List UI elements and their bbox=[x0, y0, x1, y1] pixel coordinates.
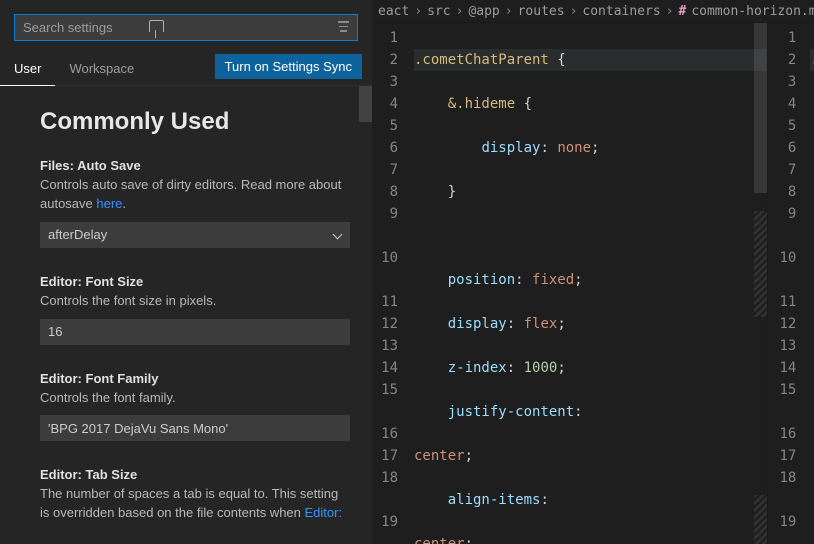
setting-font-size: Editor: Font Size Controls the font size… bbox=[40, 274, 356, 345]
scrollbar-thumb[interactable] bbox=[359, 86, 372, 122]
editor-scrollbar[interactable] bbox=[754, 23, 767, 544]
settings-panel: User Workspace Turn on Settings Sync Com… bbox=[0, 0, 372, 544]
chevron-right-icon: › bbox=[666, 4, 674, 19]
font-size-field[interactable] bbox=[48, 324, 342, 339]
setting-name: Font Family bbox=[86, 371, 159, 386]
setting-desc-text: Controls the font family. bbox=[40, 389, 350, 408]
chevron-right-icon: › bbox=[456, 4, 464, 19]
overview-mark bbox=[754, 211, 767, 317]
page-title: Commonly Used bbox=[40, 108, 356, 136]
crumb[interactable]: eact bbox=[378, 4, 409, 19]
setting-scope: Editor: bbox=[40, 467, 82, 482]
filter-icon[interactable] bbox=[336, 21, 350, 35]
search-input[interactable] bbox=[14, 14, 358, 41]
setting-name: Tab Size bbox=[86, 467, 138, 482]
settings-body: Commonly Used Files: Auto Save Controls … bbox=[0, 86, 372, 544]
tab-size-link[interactable]: Editor: bbox=[305, 505, 343, 520]
chevron-down-icon bbox=[332, 230, 342, 240]
autosave-link[interactable]: here bbox=[96, 196, 122, 211]
overview-mark bbox=[754, 495, 767, 544]
file-icon: # bbox=[679, 4, 687, 19]
setting-name: Font Size bbox=[86, 274, 144, 289]
font-family-input[interactable] bbox=[40, 415, 350, 441]
search-wrap bbox=[0, 0, 372, 49]
crumb[interactable]: containers bbox=[582, 4, 660, 19]
crumb[interactable]: @app bbox=[468, 4, 499, 19]
setting-scope: Files: bbox=[40, 158, 74, 173]
setting-scope: Editor: bbox=[40, 274, 82, 289]
tab-workspace[interactable]: Workspace bbox=[55, 53, 148, 85]
line-gutter: 12345678910111213141516171819 bbox=[372, 23, 412, 544]
setting-font-family: Editor: Font Family Controls the font fa… bbox=[40, 371, 356, 442]
crumb[interactable]: src bbox=[427, 4, 450, 19]
setting-auto-save: Files: Auto Save Controls auto save of d… bbox=[40, 158, 356, 248]
chevron-right-icon: › bbox=[414, 4, 422, 19]
setting-desc-text: Controls the font size in pixels. bbox=[40, 292, 350, 311]
editor-secondary[interactable]: 12345678910111213141516171819 .comet &. … bbox=[767, 23, 814, 544]
chevron-right-icon: › bbox=[505, 4, 513, 19]
breadcrumb[interactable]: eact › src › @app › routes › containers … bbox=[372, 0, 814, 23]
setting-tab-size: Editor: Tab Size The number of spaces a … bbox=[40, 467, 356, 523]
settings-scrollbar[interactable] bbox=[359, 86, 372, 544]
setting-name: Auto Save bbox=[77, 158, 141, 173]
tab-user[interactable]: User bbox=[0, 53, 55, 86]
crumb[interactable]: common-horizon.module.s bbox=[691, 4, 814, 19]
font-family-field[interactable] bbox=[48, 421, 342, 436]
scrollbar-thumb[interactable] bbox=[754, 23, 767, 193]
setting-desc-text: Controls auto save of dirty editors. Rea… bbox=[40, 177, 341, 211]
chevron-right-icon: › bbox=[570, 4, 578, 19]
editor-main[interactable]: 12345678910111213141516171819 .cometChat… bbox=[372, 23, 767, 544]
auto-save-select[interactable]: afterDelay bbox=[40, 222, 350, 248]
code-content[interactable]: .comet &. } po di z- ju al wi he to le b… bbox=[808, 23, 814, 544]
select-value: afterDelay bbox=[48, 227, 107, 242]
crumb[interactable]: routes bbox=[518, 4, 565, 19]
setting-scope: Editor: bbox=[40, 371, 82, 386]
line-gutter: 12345678910111213141516171819 bbox=[768, 23, 808, 544]
text-cursor-icon bbox=[155, 20, 156, 37]
editor-area: eact › src › @app › routes › containers … bbox=[372, 0, 814, 544]
setting-desc-text: The number of spaces a tab is equal to. … bbox=[40, 486, 338, 520]
settings-tabs-row: User Workspace Turn on Settings Sync bbox=[0, 53, 372, 86]
font-size-input[interactable] bbox=[40, 319, 350, 345]
code-content[interactable]: .cometChatParent { &.hideme { display: n… bbox=[412, 23, 767, 544]
settings-sync-button[interactable]: Turn on Settings Sync bbox=[215, 54, 362, 79]
